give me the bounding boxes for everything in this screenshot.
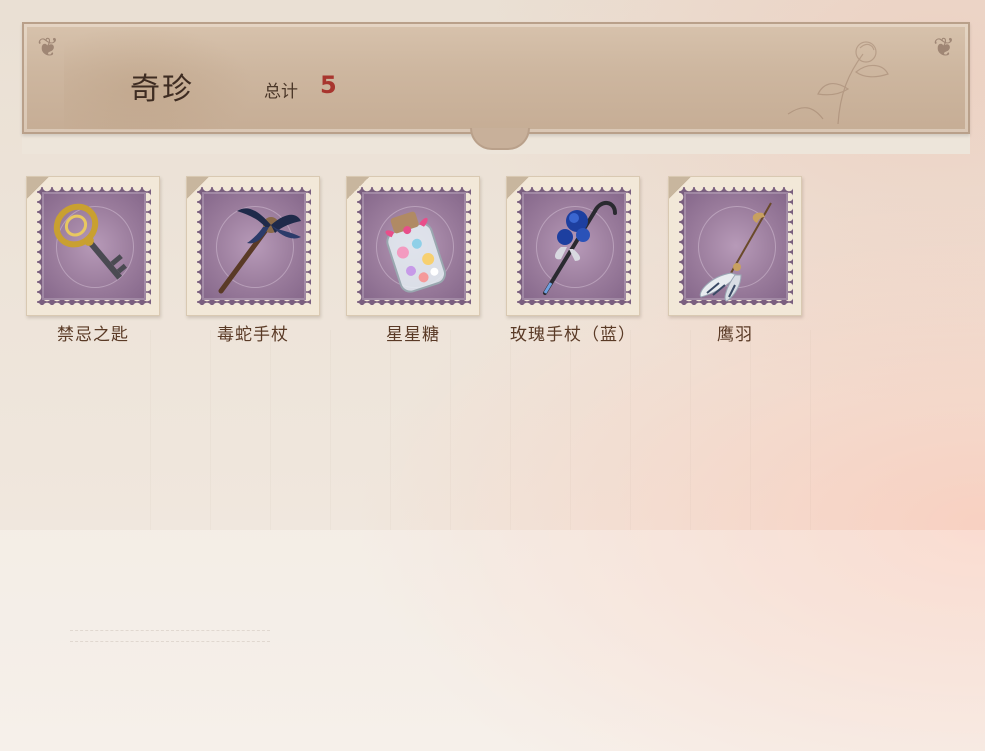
item-card-star-candy[interactable]: 星星糖 — [346, 176, 480, 346]
category-header: ❦ ❦ 奇珍 总计 5 — [22, 22, 970, 134]
item-card-blue-rose-cane[interactable]: 玫瑰手杖（蓝） — [506, 176, 640, 346]
item-frame — [186, 176, 320, 316]
eagle-feather-icon — [699, 202, 772, 302]
star-candy-jar-icon — [385, 211, 447, 293]
item-frame — [668, 176, 802, 316]
page-title: 奇珍 — [130, 72, 194, 107]
item-frame — [346, 176, 480, 316]
ornament-corner-right-icon: ❦ — [933, 33, 955, 63]
item-label: 毒蛇手杖 — [217, 325, 289, 345]
item-frame — [506, 176, 640, 316]
item-card-viper-staff[interactable]: 毒蛇手杖 — [186, 176, 320, 346]
ornament-corner-left-icon: ❦ — [37, 33, 59, 63]
viper-staff-icon — [218, 208, 301, 294]
background-texture — [150, 330, 850, 530]
background-ruler-watermark — [70, 630, 270, 670]
total-label: 总计 — [264, 82, 298, 102]
item-label: 玫瑰手杖（蓝） — [510, 325, 636, 345]
item-label: 禁忌之匙 — [57, 325, 129, 345]
item-label: 鹰羽 — [717, 325, 753, 345]
item-grid: 禁忌之匙 毒蛇手杖 星星糖 玫瑰手杖（蓝） 鹰羽 — [26, 176, 846, 356]
blue-rose-cane-icon — [543, 201, 617, 295]
forbidden-key-icon — [53, 203, 127, 280]
item-card-eagle-feather[interactable]: 鹰羽 — [668, 176, 802, 346]
flower-sketch-icon — [787, 41, 889, 125]
total-count: 5 — [320, 71, 337, 99]
item-card-forbidden-key[interactable]: 禁忌之匙 — [26, 176, 160, 346]
item-frame — [26, 176, 160, 316]
item-label: 星星糖 — [386, 325, 440, 345]
